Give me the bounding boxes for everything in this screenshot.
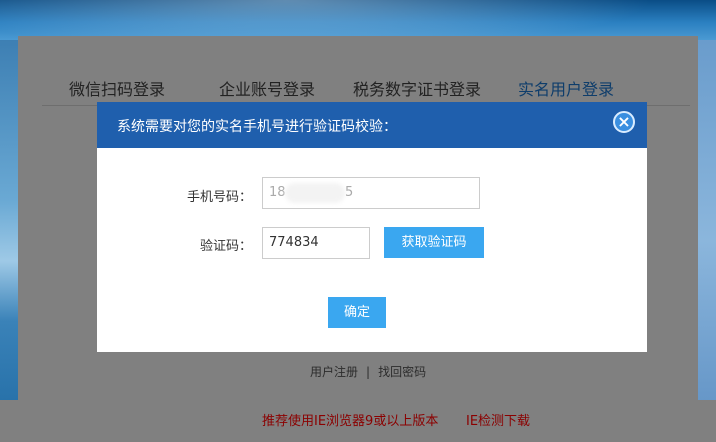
tab-wechat-scan[interactable]: 微信扫码登录 [69, 76, 165, 100]
register-link[interactable]: 用户注册 [310, 365, 358, 379]
phone-mask [285, 183, 345, 203]
code-label: 验证码： [199, 239, 252, 254]
phone-label: 手机号码： [186, 190, 252, 205]
dialog-title: 系统需要对您的实名手机号进行验证码校验： [117, 119, 397, 135]
footer-separator: | [366, 365, 371, 379]
dialog-header: 系统需要对您的实名手机号进行验证码校验： × [97, 102, 647, 148]
tab-real-name-user[interactable]: 实名用户登录 [518, 76, 614, 100]
browser-recommendation: 推荐使用IE浏览器9或以上版本 [262, 414, 439, 429]
phone-prefix: 18 [269, 185, 286, 200]
background-right-edge [698, 40, 716, 442]
ie-check-download-link[interactable]: IE检测下载 [466, 410, 530, 429]
tab-tax-certificate[interactable]: 税务数字证书登录 [353, 76, 481, 100]
tab-enterprise-account[interactable]: 企业账号登录 [219, 76, 315, 100]
verification-dialog: 系统需要对您的实名手机号进行验证码校验： × 手机号码： 18 5 验证码： 7… [97, 102, 647, 352]
phone-field[interactable]: 18 5 [262, 177, 480, 209]
background-left-edge [0, 40, 18, 442]
get-code-button[interactable]: 获取验证码 [384, 227, 484, 258]
phone-suffix: 5 [345, 185, 354, 200]
verification-code-field[interactable]: 774834 [262, 227, 370, 259]
confirm-button[interactable]: 确定 [328, 297, 386, 328]
footer-links: 用户注册 | 找回密码 [310, 363, 426, 380]
recover-password-link[interactable]: 找回密码 [378, 365, 426, 379]
close-icon[interactable]: × [613, 111, 635, 133]
